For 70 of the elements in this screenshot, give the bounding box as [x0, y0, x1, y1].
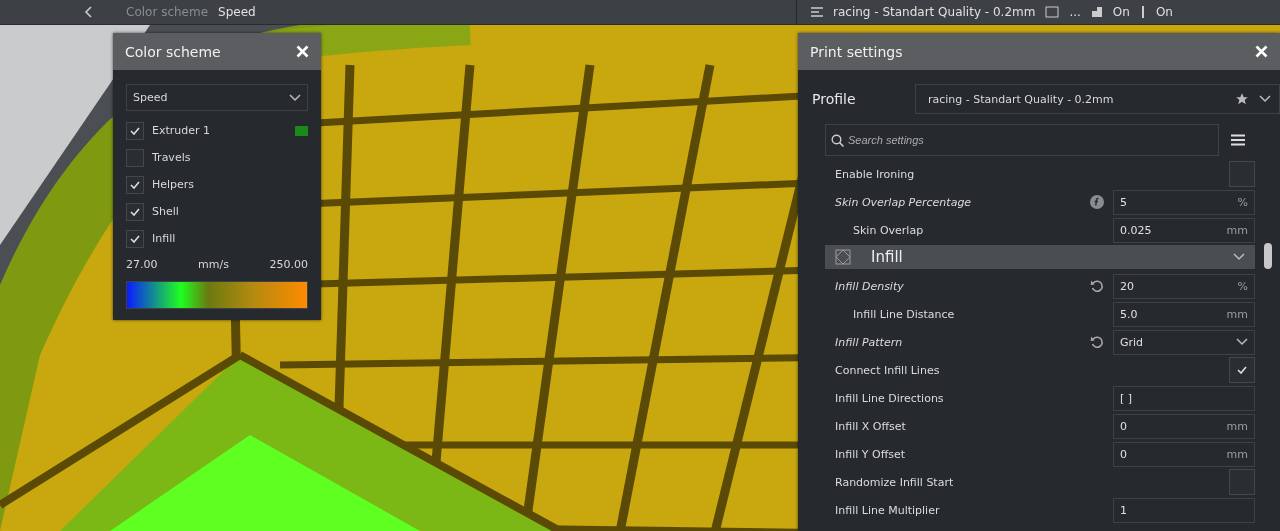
- range-min: 27.00: [126, 258, 158, 271]
- infill-category-header[interactable]: Infill: [825, 245, 1255, 269]
- setting-label: Infill Pattern: [834, 335, 904, 349]
- setting-input-field[interactable]: 1: [1113, 497, 1255, 523]
- setting-label: Infill Line Multiplier: [834, 503, 941, 517]
- checkbox-label: Extruder 1: [152, 124, 211, 137]
- color-scheme-dropdown[interactable]: Speed: [126, 84, 308, 111]
- checkbox-label: Helpers: [152, 178, 195, 191]
- setting-checkbox[interactable]: [1229, 357, 1255, 383]
- profile-label: Profile: [812, 91, 857, 107]
- close-icon: [296, 44, 309, 58]
- reset-icon[interactable]: [1090, 335, 1104, 349]
- setting-checkbox[interactable]: [1229, 469, 1255, 495]
- search-field[interactable]: Search settings: [825, 124, 1219, 156]
- close-icon: [1255, 44, 1268, 58]
- star-icon: [1235, 92, 1249, 106]
- checkbox[interactable]: [126, 202, 144, 221]
- search-icon: [831, 134, 844, 147]
- checkmark-icon: [130, 207, 140, 216]
- setting-label: Connect Infill Lines: [834, 363, 941, 377]
- setting-label: Infill Y Offset: [834, 447, 907, 461]
- category-title: Infill: [871, 248, 904, 266]
- chevron-down-icon: [289, 93, 301, 102]
- checkbox[interactable]: [126, 229, 144, 248]
- setting-input-field[interactable]: 0.025 mm: [1113, 217, 1255, 243]
- setting-checkbox[interactable]: [1229, 161, 1255, 187]
- checkbox[interactable]: [126, 175, 144, 194]
- reset-icon[interactable]: [1090, 279, 1104, 293]
- setting-label: Infill Line Directions: [834, 391, 945, 405]
- sliders-icon: [811, 7, 823, 17]
- checkmark-icon: [130, 234, 140, 243]
- scrollbar-thumb[interactable]: [1264, 243, 1272, 269]
- support-status: On: [1112, 5, 1130, 19]
- checkmark-icon: [1237, 366, 1247, 374]
- infill-summary: ...: [1069, 5, 1081, 19]
- chevron-left-icon[interactable]: [84, 6, 92, 18]
- profile-dropdown[interactable]: racing - Standart Quality - 0.2mm: [915, 84, 1280, 114]
- panel-title: Color scheme: [125, 43, 221, 60]
- setting-dropdown[interactable]: Grid: [1113, 329, 1255, 355]
- checkbox-label: Infill: [152, 232, 176, 245]
- setting-label: Randomize Infill Start: [834, 475, 955, 489]
- checkbox[interactable]: [126, 121, 144, 140]
- checkbox-label: Shell: [152, 205, 179, 218]
- panel-title: Print settings: [810, 43, 903, 60]
- range-unit: mm/s: [198, 258, 229, 271]
- setting-input-field[interactable]: 20 %: [1113, 273, 1255, 299]
- menu-icon[interactable]: [1231, 134, 1245, 146]
- adhesion-status: On: [1155, 5, 1173, 19]
- checkbox-label: Travels: [152, 151, 191, 164]
- checkbox[interactable]: [126, 148, 144, 167]
- infill-pattern-icon: [835, 249, 851, 265]
- setting-input-field[interactable]: 5 %: [1113, 189, 1255, 215]
- setting-input-field[interactable]: [ ]: [1113, 385, 1255, 411]
- checkmark-icon: [130, 126, 140, 135]
- setting-label: Skin Overlap: [852, 223, 925, 237]
- setting-input-field[interactable]: 5.0 mm: [1113, 301, 1255, 327]
- setting-label: Enable Ironing: [834, 167, 916, 181]
- setting-input-field[interactable]: 0 mm: [1113, 413, 1255, 439]
- checkmark-icon: [130, 180, 140, 189]
- profile-summary[interactable]: racing - Standart Quality - 0.2mm: [833, 5, 1036, 19]
- view-mode-value[interactable]: Speed: [218, 5, 256, 19]
- view-mode-label: Color scheme: [126, 5, 209, 19]
- range-max: 250.00: [269, 258, 308, 271]
- setting-label: Infill Density: [834, 279, 905, 293]
- setting-label: Infill X Offset: [834, 419, 907, 433]
- chevron-down-icon: [1236, 338, 1248, 346]
- setting-label: Skin Overlap Percentage: [834, 195, 973, 209]
- setting-input-field[interactable]: 0 mm: [1113, 441, 1255, 467]
- setting-label: Infill Line Distance: [852, 307, 956, 321]
- chevron-down-icon: [1259, 95, 1271, 103]
